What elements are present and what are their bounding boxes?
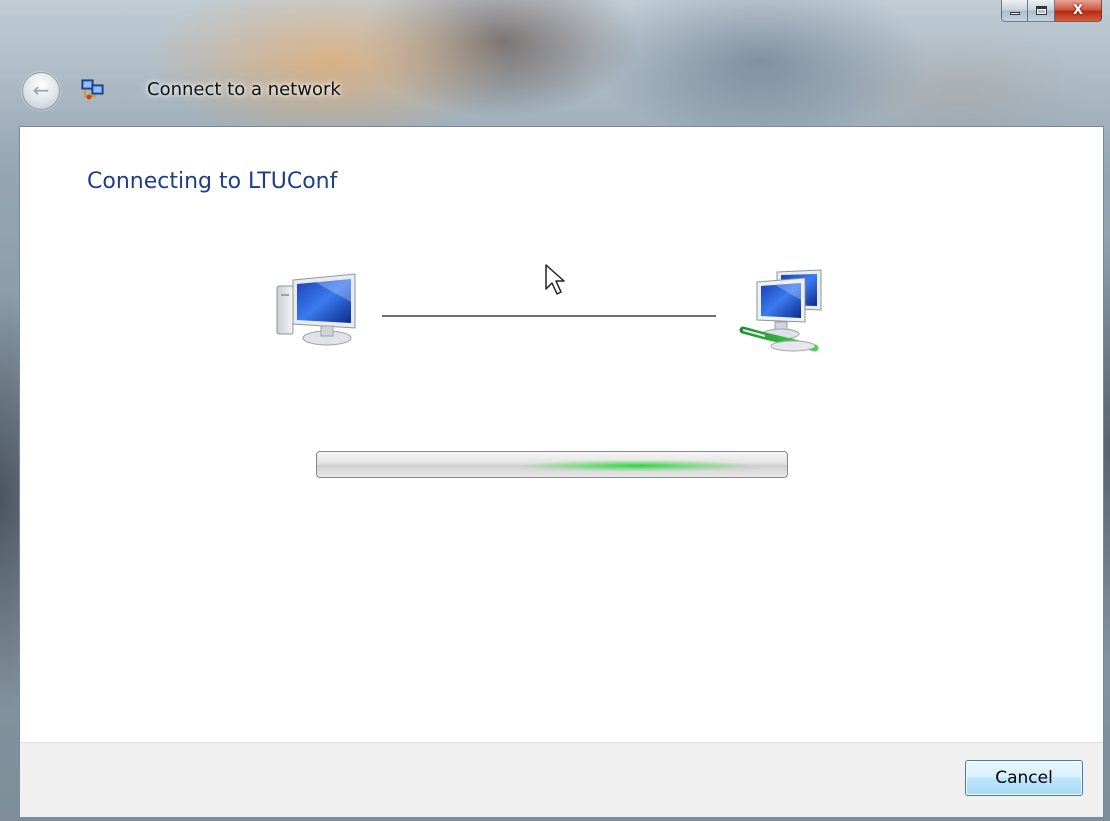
back-arrow-icon: ← [32, 78, 50, 102]
dialog-content: Connecting to LTUConf Cancel [19, 126, 1104, 818]
minimize-icon [1009, 12, 1020, 15]
cancel-button[interactable]: Cancel [965, 760, 1083, 796]
page-title: Connecting to LTUConf [87, 169, 338, 194]
back-button[interactable]: ← [22, 72, 60, 110]
close-icon: X [1072, 3, 1084, 18]
window-title: Connect to a network [147, 79, 341, 100]
connection-line [382, 315, 716, 317]
maximize-button[interactable] [1028, 0, 1055, 22]
computer-icon [276, 273, 356, 346]
maximize-icon [1035, 6, 1047, 15]
network-icon [739, 269, 822, 352]
close-button[interactable]: X [1055, 0, 1102, 22]
connection-progress-bar [316, 451, 788, 478]
mouse-cursor-icon [545, 264, 565, 295]
progress-marquee [517, 452, 757, 477]
minimize-button[interactable] [1001, 0, 1028, 22]
dialog-footer: Cancel [20, 742, 1103, 817]
network-connect-icon [81, 79, 104, 100]
caption-buttons: X [1001, 0, 1102, 22]
